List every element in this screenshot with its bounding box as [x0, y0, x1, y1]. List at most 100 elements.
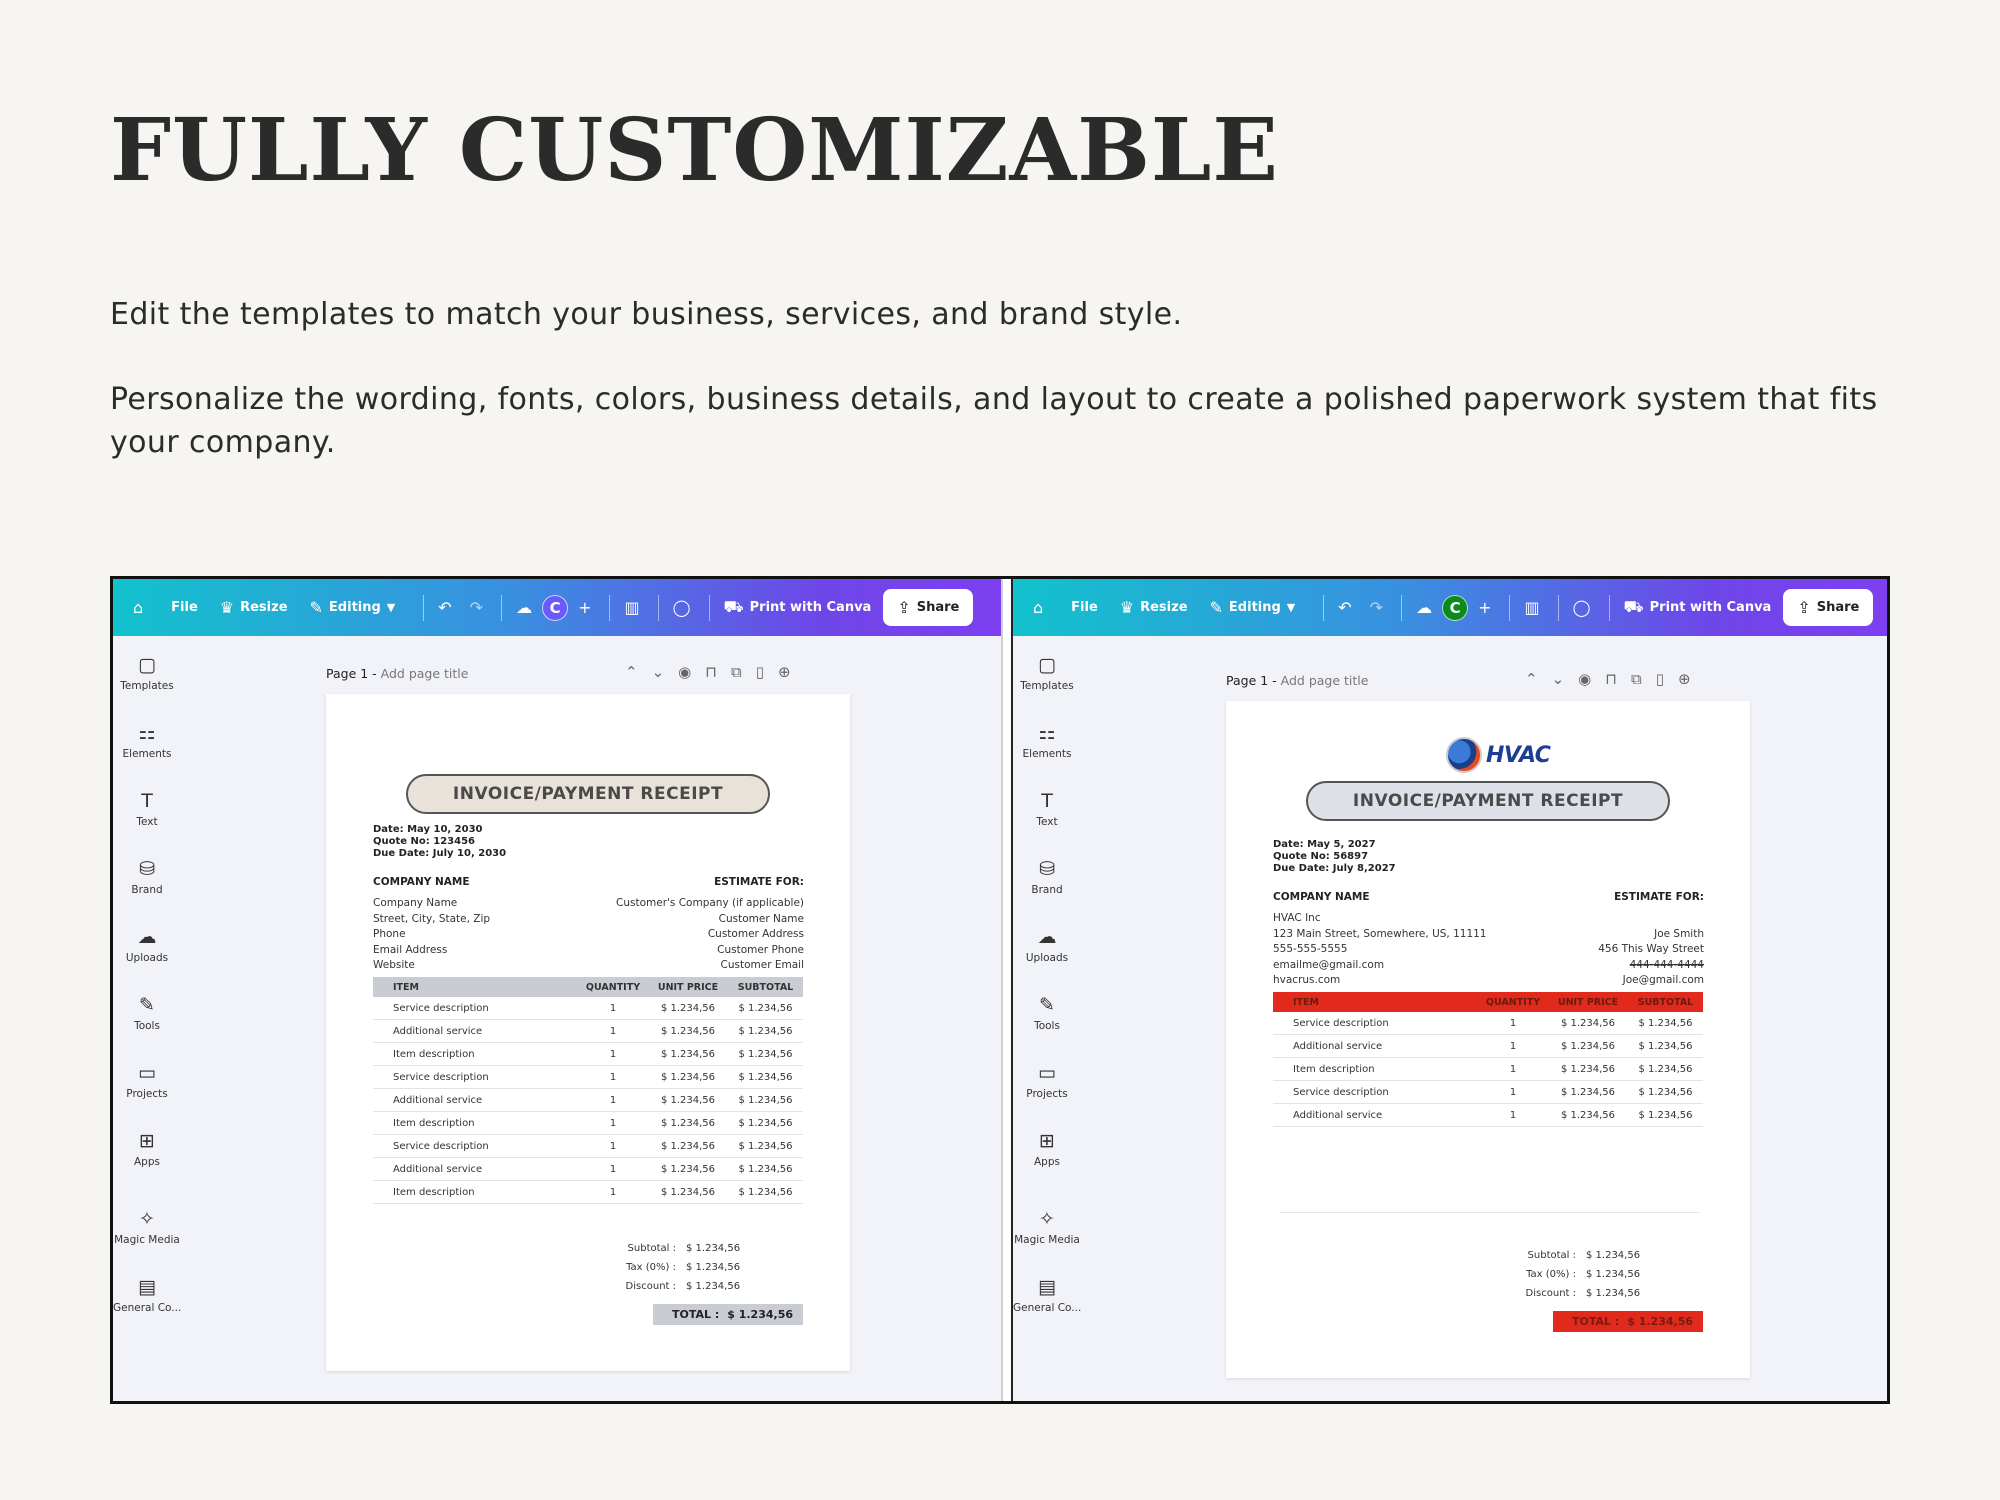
general-contract-icon: ▤: [1038, 1276, 1056, 1298]
print-with-canva-button[interactable]: ⛟ Print with Canva: [724, 597, 872, 618]
sidebar-item-apps[interactable]: ⊞ Apps: [1013, 1130, 1081, 1168]
invoice-dates: Date: May 10, 2030 Quote No: 123456 Due Da…: [373, 824, 506, 860]
table-cell: 1: [1509, 1109, 1517, 1121]
sidebar-item-text[interactable]: T Text: [1013, 790, 1081, 828]
sidebar-item-magic-media[interactable]: ✧ Magic Media: [113, 1208, 181, 1246]
insights-chart-icon[interactable]: ▥: [624, 598, 639, 617]
resize-button[interactable]: ♛ Resize: [220, 598, 288, 617]
editing-menu[interactable]: ✎ Editing ▼: [310, 598, 402, 617]
sidebar-item-general-contract[interactable]: ▤ General Co...: [1013, 1276, 1081, 1314]
chevron-down-icon[interactable]: ⌄: [652, 663, 679, 681]
table-cell: 1: [1509, 1017, 1517, 1029]
table-cell: Additional service: [393, 1163, 483, 1175]
invoice-title: INVOICE/PAYMENT RECEIPT: [406, 774, 770, 814]
add-page-icon[interactable]: ⊕: [1678, 670, 1705, 688]
editor-panel-right: ⌂ File ♛ Resize ✎ Editing ▼ ↶ ↷ ☁ C + ▥ ◯ ⛟…: [1013, 579, 1887, 1401]
home-button[interactable]: ⌂: [133, 598, 149, 617]
totals-row: Subtotal : $ 1.234,56: [1516, 1246, 1641, 1265]
sidebar-item-uploads[interactable]: ☁ Uploads: [1013, 926, 1081, 964]
sidebar-item-brand[interactable]: ⛁ Brand: [113, 858, 181, 896]
sidebar-item-templates[interactable]: ▢ Templates: [1013, 654, 1081, 692]
table-cell: $ 1.234,56: [660, 1094, 716, 1106]
insights-chart-icon[interactable]: ▥: [1524, 598, 1539, 617]
totals-value: $ 1.234,56: [1586, 1250, 1641, 1261]
table-cell: Additional service: [1293, 1040, 1383, 1052]
customer-info-line: Customer Address: [707, 928, 804, 940]
sidebar-item-apps[interactable]: ⊞ Apps: [113, 1130, 181, 1168]
customer-info-line: Joe@gmail.com: [1622, 974, 1704, 986]
home-button[interactable]: ⌂: [1033, 598, 1049, 617]
comment-icon[interactable]: ◯: [673, 598, 691, 617]
add-page-icon[interactable]: ⊕: [778, 663, 805, 681]
chevron-up-icon[interactable]: ⌃: [1525, 670, 1552, 688]
total-label: TOTAL :: [671, 1308, 720, 1321]
duplicate-icon[interactable]: ⧉: [731, 663, 756, 681]
editing-menu[interactable]: ✎ Editing ▼: [1210, 598, 1302, 617]
projects-icon: ▭: [1038, 1062, 1056, 1084]
table-cell: Service description: [393, 1140, 489, 1152]
table-cell: $ 1.234,56: [1560, 1063, 1616, 1075]
sidebar-item-projects[interactable]: ▭ Projects: [1013, 1062, 1081, 1100]
grand-total: TOTAL : $ 1.234,56: [653, 1304, 803, 1325]
cloud-saved-icon[interactable]: ☁: [1416, 598, 1432, 617]
table-row: Additional service 1 $ 1.234,56 $ 1.234,56: [1273, 1104, 1703, 1127]
plus-icon[interactable]: +: [1478, 598, 1491, 617]
company-heading: COMPANY NAME: [1273, 891, 1370, 903]
table-cell: $ 1.234,56: [1638, 1017, 1693, 1029]
customer-info: Customer's Company (if applicable) Custom…: [616, 896, 804, 974]
sidebar-item-label: Tools: [134, 1020, 160, 1032]
sidebar-item-elements[interactable]: ⚏ Elements: [1013, 722, 1081, 760]
redo-icon[interactable]: ↷: [470, 598, 483, 617]
sidebar-item-elements[interactable]: ⚏ Elements: [113, 722, 181, 760]
comment-icon[interactable]: ◯: [1573, 598, 1591, 617]
undo-icon[interactable]: ↶: [438, 598, 451, 617]
resize-button[interactable]: ♛ Resize: [1120, 598, 1188, 617]
home-icon: ⌂: [1033, 598, 1044, 617]
share-button[interactable]: ⇪ Share: [1783, 589, 1874, 626]
table-cell: Service description: [1293, 1017, 1389, 1029]
file-menu[interactable]: File: [1071, 600, 1098, 615]
trash-icon[interactable]: ▯: [756, 663, 778, 681]
redo-icon[interactable]: ↷: [1370, 598, 1383, 617]
sidebar-item-general-contract[interactable]: ▤ General Co...: [113, 1276, 181, 1314]
column-header: ITEM: [393, 981, 419, 993]
plus-icon[interactable]: +: [578, 598, 591, 617]
print-with-canva-button[interactable]: ⛟ Print with Canva: [1624, 597, 1772, 618]
page-header: Page 1 - Add page title: [326, 666, 468, 681]
sidebar-item-label: General Co...: [113, 1302, 182, 1314]
trash-icon[interactable]: ▯: [1656, 670, 1678, 688]
invoice-page[interactable]: HVAC INVOICE/PAYMENT RECEIPT Date: May 5, …: [1226, 701, 1750, 1378]
sidebar-item-templates[interactable]: ▢ Templates: [113, 654, 181, 692]
sidebar-item-brand[interactable]: ⛁ Brand: [1013, 858, 1081, 896]
sidebar-item-magic-media[interactable]: ✧ Magic Media: [1013, 1208, 1081, 1246]
file-menu[interactable]: File: [171, 600, 198, 615]
lock-icon[interactable]: ⊓: [1605, 670, 1631, 688]
chevron-up-icon[interactable]: ⌃: [625, 663, 652, 681]
totals-label: Tax (0%) :: [1526, 1269, 1576, 1280]
sidebar-item-text[interactable]: T Text: [113, 790, 181, 828]
sidebar-item-projects[interactable]: ▭ Projects: [113, 1062, 181, 1100]
invoice-page[interactable]: INVOICE/PAYMENT RECEIPT Date: May 10, 203…: [326, 694, 850, 1371]
table-cell: $ 1.234,56: [660, 1163, 716, 1175]
column-header: SUBTOTAL: [1637, 996, 1694, 1008]
page-title-input[interactable]: Add page title: [1281, 673, 1369, 688]
avatar[interactable]: C: [542, 594, 569, 621]
sidebar-item-uploads[interactable]: ☁ Uploads: [113, 926, 181, 964]
chevron-down-icon[interactable]: ⌄: [1552, 670, 1579, 688]
hide-eye-icon[interactable]: ◉: [678, 663, 705, 681]
share-button[interactable]: ⇪ Share: [883, 589, 974, 626]
page-title-input[interactable]: Add page title: [381, 666, 469, 681]
sidebar-item-tools[interactable]: ✎ Tools: [113, 994, 181, 1032]
duplicate-icon[interactable]: ⧉: [1631, 670, 1656, 688]
table-cell: Additional service: [1293, 1109, 1383, 1121]
lock-icon[interactable]: ⊓: [705, 663, 731, 681]
undo-icon[interactable]: ↶: [1338, 598, 1351, 617]
sidebar-item-tools[interactable]: ✎ Tools: [1013, 994, 1081, 1032]
customer-info-line: Customer Name: [718, 912, 804, 925]
cloud-saved-icon[interactable]: ☁: [516, 598, 532, 617]
chevron-down-icon: ▼: [386, 601, 396, 614]
editor-toolbar: ⌂ File ♛ Resize ✎ Editing ▼ ↶ ↷ ☁ C + ▥ ◯ ⛟…: [113, 579, 1001, 636]
table-row: Item description 1 $ 1.234,56 $ 1.234,56: [373, 1112, 803, 1135]
avatar[interactable]: C: [1442, 594, 1469, 621]
hide-eye-icon[interactable]: ◉: [1578, 670, 1605, 688]
